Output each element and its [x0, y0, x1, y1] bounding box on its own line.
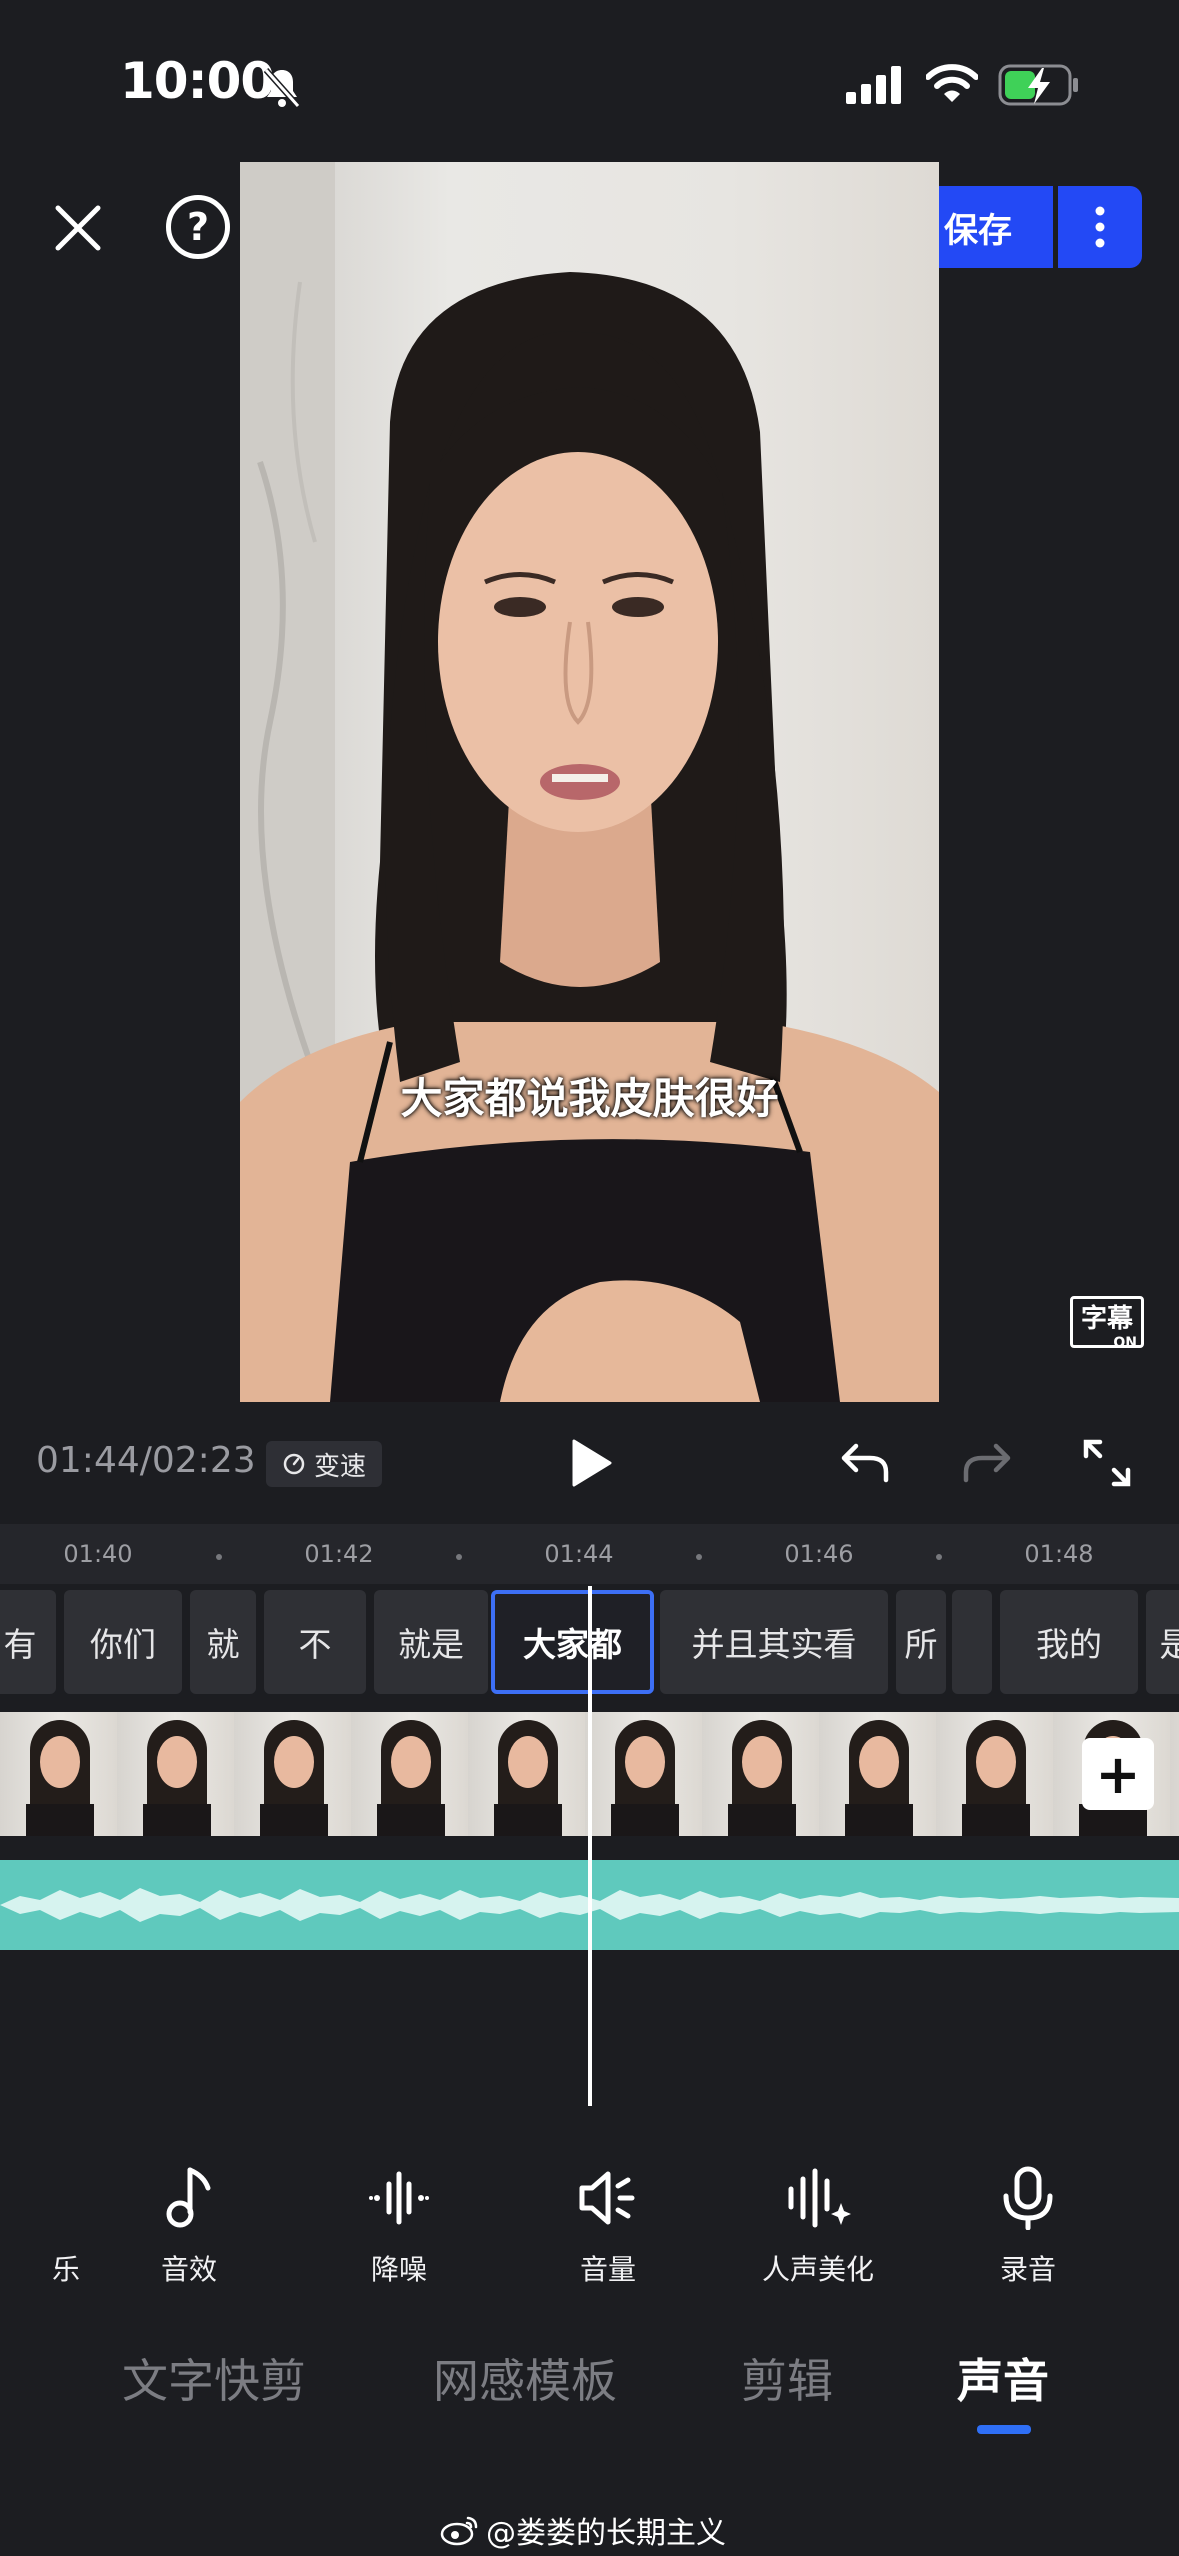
tool-music[interactable]: 乐	[0, 2160, 80, 2288]
play-icon	[572, 1439, 612, 1487]
clip-thumbnail	[936, 1712, 1053, 1836]
music-note-icon	[109, 2160, 269, 2236]
tab-edit[interactable]: 剪辑	[741, 2345, 833, 2411]
ruler-dot	[216, 1554, 222, 1560]
clip-thumbnail	[0, 1712, 117, 1836]
more-options-button[interactable]	[1058, 186, 1142, 268]
word-chip[interactable]: 并且其实看	[660, 1590, 888, 1694]
video-frame-image	[240, 162, 939, 1402]
word-chip-selected[interactable]: 大家都	[491, 1590, 654, 1694]
speed-button[interactable]: 变速	[266, 1441, 382, 1487]
ruler-dot	[456, 1554, 462, 1560]
expand-icon	[1083, 1439, 1131, 1487]
timeline-ruler[interactable]: 01:40 01:42 01:44 01:46 01:48	[0, 1524, 1179, 1584]
help-button[interactable]: ?	[166, 195, 230, 259]
clip-thumbnail	[234, 1712, 351, 1836]
ruler-tick: 01:46	[784, 1540, 854, 1568]
plus-icon: +	[1095, 1742, 1141, 1806]
word-chip[interactable]: 就	[190, 1590, 256, 1694]
ruler-dot	[696, 1554, 702, 1560]
microphone-icon	[948, 2160, 1108, 2236]
bell-muted-icon	[262, 66, 302, 110]
redo-icon	[963, 1443, 1011, 1483]
clip-thumbnail	[117, 1712, 234, 1836]
word-chip[interactable]	[952, 1590, 992, 1694]
timecode: 01:44/02:23	[36, 1440, 256, 1481]
tool-voice-enhance[interactable]: 人声美化	[738, 2160, 898, 2288]
help-icon: ?	[186, 205, 210, 249]
watermark-text: @娄娄的长期主义	[486, 2516, 726, 2551]
weibo-icon	[440, 2516, 478, 2546]
tool-label: 录音	[999, 2253, 1056, 2286]
add-clip-button[interactable]: +	[1082, 1738, 1154, 1810]
speed-label: 变速	[313, 1451, 366, 1482]
tab-text-quick-edit[interactable]: 文字快剪	[122, 2345, 306, 2411]
tool-noise-reduction[interactable]: 降噪	[319, 2160, 479, 2288]
ruler-tick: 01:44	[544, 1540, 614, 1568]
tool-volume[interactable]: 音量	[528, 2160, 688, 2288]
word-chip[interactable]: 不	[264, 1590, 366, 1694]
close-button[interactable]	[50, 200, 106, 256]
clip-thumbnail	[819, 1712, 936, 1836]
tool-label: 乐	[51, 2253, 80, 2286]
word-chip[interactable]: 就是	[374, 1590, 488, 1694]
word-chip[interactable]: 我的	[1000, 1590, 1138, 1694]
speaker-icon	[528, 2160, 688, 2236]
word-chip[interactable]: 是	[1146, 1590, 1179, 1694]
tool-sound-effects[interactable]: 音效	[109, 2160, 269, 2288]
clip-thumbnail	[702, 1712, 819, 1836]
ruler-dot	[936, 1554, 942, 1560]
video-preview[interactable]	[240, 162, 939, 1402]
playhead[interactable]	[588, 1586, 592, 2106]
captions-state: ON	[1113, 1335, 1137, 1351]
captions-toggle[interactable]: 字幕 ON	[1070, 1296, 1144, 1351]
video-subtitle: 大家都说我皮肤很好	[400, 1074, 779, 1123]
undo-icon	[841, 1443, 889, 1483]
voice-sparkle-icon	[738, 2160, 898, 2236]
word-chip[interactable]: 有	[0, 1590, 56, 1694]
clip-thumbnail	[468, 1712, 585, 1836]
ruler-tick: 01:42	[304, 1540, 374, 1568]
clip-thumbnail	[351, 1712, 468, 1836]
tool-label: 人声美化	[761, 2253, 874, 2286]
tool-record[interactable]: 录音	[948, 2160, 1108, 2288]
tool-label: 降噪	[370, 2253, 427, 2286]
play-button[interactable]	[570, 1438, 620, 1492]
clip-thumbnail	[585, 1712, 702, 1836]
word-chip[interactable]: 所	[896, 1590, 946, 1694]
word-chip[interactable]: 你们	[64, 1590, 182, 1694]
active-tab-indicator	[977, 2425, 1031, 2434]
battery-charging-icon	[998, 64, 1080, 106]
music-icon	[0, 2160, 80, 2236]
tab-templates[interactable]: 网感模板	[433, 2345, 617, 2411]
tool-label: 音效	[160, 2253, 217, 2286]
more-vertical-icon	[1095, 206, 1105, 248]
close-icon	[55, 205, 101, 251]
clip-thumbnail	[1170, 1712, 1179, 1836]
tool-label: 音量	[579, 2253, 636, 2286]
cellular-signal-icon	[846, 66, 904, 104]
ruler-tick: 01:40	[63, 1540, 133, 1568]
redo-button[interactable]	[962, 1440, 1012, 1486]
undo-button[interactable]	[840, 1440, 890, 1486]
wifi-icon	[926, 64, 978, 104]
fullscreen-button[interactable]	[1082, 1438, 1132, 1488]
speedometer-icon	[283, 1453, 305, 1475]
tab-sound[interactable]: 声音	[957, 2345, 1049, 2411]
ruler-tick: 01:48	[1024, 1540, 1094, 1568]
status-time: 10:00	[120, 52, 275, 110]
denoise-icon	[319, 2160, 479, 2236]
watermark: @娄娄的长期主义	[440, 2508, 726, 2552]
